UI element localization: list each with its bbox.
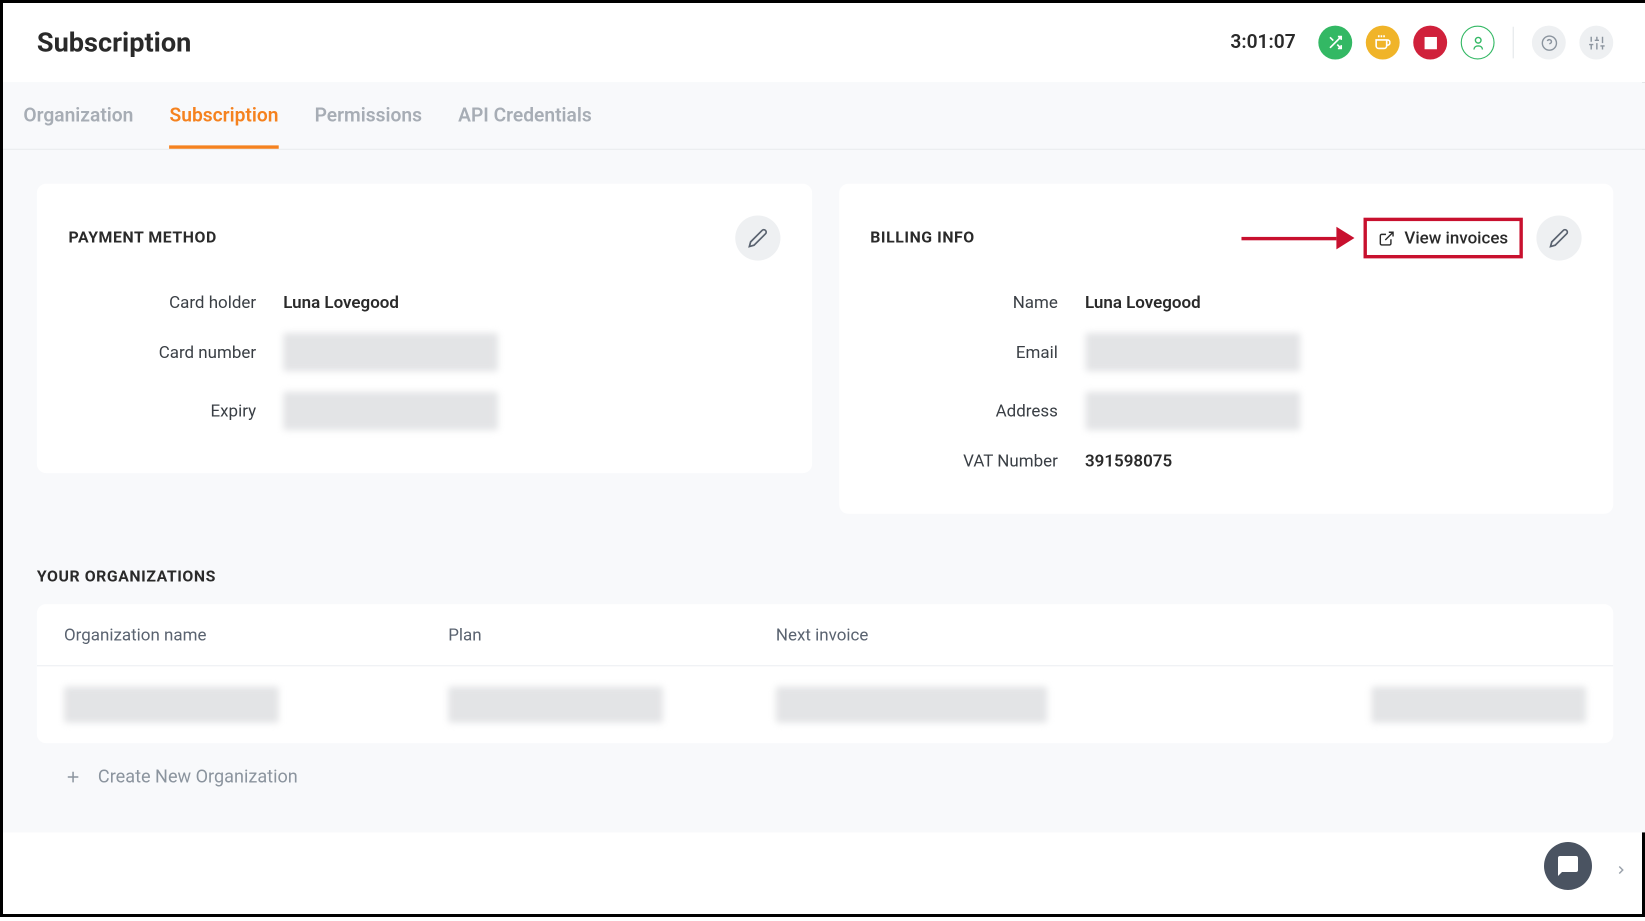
billing-vat-value: 391598075	[1085, 450, 1172, 470]
billing-email-label: Email	[870, 342, 1085, 362]
create-org-label: Create New Organization	[98, 766, 298, 787]
chat-launcher[interactable]	[1544, 842, 1592, 890]
divider	[1513, 27, 1514, 59]
billing-address-label: Address	[870, 401, 1085, 421]
org-name-redacted	[64, 687, 279, 723]
col-plan: Plan	[448, 625, 776, 645]
expiry-redacted	[283, 392, 498, 430]
tab-subscription[interactable]: Subscription	[170, 82, 279, 149]
billing-info-title: BILLING INFO	[870, 229, 975, 247]
org-plan-redacted	[448, 687, 663, 723]
external-link-icon	[1378, 230, 1395, 247]
card-holder-label: Card holder	[69, 292, 284, 312]
organizations-title: YOUR ORGANIZATIONS	[37, 568, 1613, 586]
table-header: Organization name Plan Next invoice	[37, 604, 1613, 666]
billing-info-card: BILLING INFO View invoices	[839, 184, 1614, 514]
view-invoices-label: View invoices	[1404, 228, 1508, 248]
timer-display: 3:01:07	[1230, 31, 1295, 54]
card-holder-value: Luna Lovegood	[283, 292, 399, 312]
organizations-table: Organization name Plan Next invoice	[37, 604, 1613, 743]
billing-address-redacted	[1085, 392, 1300, 430]
payment-method-title: PAYMENT METHOD	[69, 229, 217, 247]
col-next-invoice: Next invoice	[776, 625, 1296, 645]
content-area: PAYMENT METHOD Card holder Luna Lovegood…	[3, 150, 1645, 833]
header-actions: 3:01:07	[1230, 26, 1613, 60]
billing-name-label: Name	[870, 292, 1085, 312]
settings-icon[interactable]	[1579, 26, 1613, 60]
view-invoices-link[interactable]: View invoices	[1364, 218, 1523, 259]
card-number-label: Card number	[69, 342, 284, 362]
chevron-right-icon[interactable]	[1614, 860, 1628, 880]
tabs: Organization Subscription Permissions AP…	[3, 82, 1645, 150]
help-icon[interactable]	[1532, 26, 1566, 60]
col-org-name: Organization name	[64, 625, 448, 645]
coffee-icon[interactable]	[1366, 26, 1400, 60]
tab-api-credentials[interactable]: API Credentials	[458, 82, 592, 149]
tab-organization[interactable]: Organization	[23, 82, 133, 149]
plus-icon	[64, 767, 82, 785]
billing-email-redacted	[1085, 333, 1300, 371]
edit-billing-button[interactable]	[1536, 215, 1581, 260]
card-number-redacted	[283, 333, 498, 371]
org-invoice-redacted	[776, 687, 1047, 723]
shuffle-icon[interactable]	[1318, 26, 1352, 60]
create-organization-button[interactable]: Create New Organization	[37, 743, 1613, 787]
stop-icon[interactable]	[1413, 26, 1447, 60]
billing-name-value: Luna Lovegood	[1085, 292, 1201, 312]
table-row	[37, 666, 1613, 743]
tab-permissions[interactable]: Permissions	[315, 82, 422, 149]
payment-method-card: PAYMENT METHOD Card holder Luna Lovegood…	[37, 184, 812, 473]
page-header: Subscription 3:01:07	[3, 3, 1645, 82]
org-action-redacted	[1371, 687, 1586, 723]
user-status-icon[interactable]	[1461, 26, 1495, 60]
expiry-label: Expiry	[69, 401, 284, 421]
annotation-arrow	[1242, 227, 1355, 250]
page-title: Subscription	[37, 27, 191, 59]
edit-payment-button[interactable]	[735, 215, 780, 260]
billing-vat-label: VAT Number	[870, 450, 1085, 470]
